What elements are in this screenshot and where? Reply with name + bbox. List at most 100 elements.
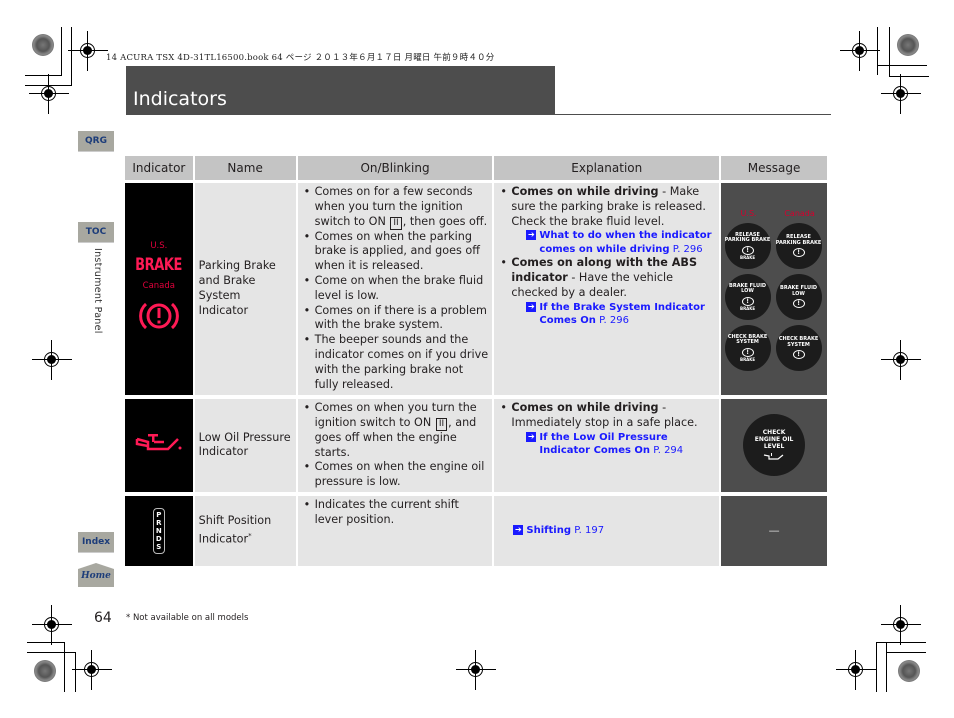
registration-crosshair — [32, 605, 72, 645]
bullet: Comes on if there is a problem with the … — [302, 304, 489, 334]
crop-line — [889, 27, 890, 77]
mid-message-disc: RELEASE PARKING BRAKE! BRAKE — [724, 223, 771, 270]
brake-text-icon: BRAKE — [135, 255, 183, 276]
registration-disc-bottom-left — [34, 660, 56, 682]
registration-crosshair — [881, 605, 921, 645]
registration-crosshair — [72, 650, 112, 690]
section-label: Instrument Panel — [92, 248, 103, 334]
xref-link[interactable]: ➔ If the Low Oil Pressure Indicator Comes… — [511, 431, 715, 458]
brake-warning-icon: ! — [741, 245, 754, 255]
xref-arrow-icon: ➔ — [526, 301, 537, 312]
crop-line — [876, 642, 926, 643]
table-row: Low Oil Pressure Indicator Comes on when… — [125, 399, 827, 492]
canada-label: Canada — [142, 281, 175, 291]
message-cell: CHECK ENGINE OIL LEVEL — [721, 399, 827, 492]
xref-link[interactable]: ➔ What to do when the indicator comes on … — [511, 229, 715, 256]
name-cell: Low Oil Pressure Indicator — [194, 399, 296, 492]
indicator-cell-brake: U.S. BRAKE Canada — [125, 183, 193, 395]
msg-canada-label: Canada — [784, 208, 815, 218]
brake-warning-icon — [138, 302, 179, 329]
on-blinking-cell: Comes on for a few seconds when you turn… — [297, 183, 493, 395]
registration-crosshair — [456, 650, 496, 690]
registration-crosshair — [29, 74, 69, 114]
page-number: 64 — [94, 610, 112, 626]
xref-arrow-icon: ➔ — [526, 230, 537, 241]
crop-line — [877, 65, 927, 66]
indicators-table: Indicator Name On/Blinking Explanation M… — [123, 156, 829, 566]
bullet: Comes on when the parking brake is appli… — [302, 230, 489, 274]
toc-button[interactable]: TOC — [78, 222, 114, 242]
mid-message-disc: CHECK BRAKE SYSTEM! BRAKE — [724, 325, 771, 372]
shift-position-icon: P R N D S — [152, 508, 165, 555]
crop-line — [876, 642, 877, 692]
header-explanation: Explanation — [494, 156, 720, 180]
xref-link[interactable]: ➔ Shifting P. 197 — [498, 524, 715, 538]
crop-line — [886, 642, 887, 692]
header-on-blinking: On/Blinking — [297, 156, 493, 180]
crop-line — [64, 642, 65, 692]
no-message-dash: — — [768, 523, 780, 537]
msg-us-label: U.S. — [740, 208, 757, 218]
explanation-cell: Comes on while driving - Make sure the p… — [494, 183, 720, 395]
on-blinking-cell: Comes on when you turn the ignition swit… — [297, 399, 493, 492]
bullet: Comes on for a few seconds when you turn… — [302, 185, 489, 230]
bullet: Come on when the brake fluid level is lo… — [302, 274, 489, 304]
registration-crosshair — [32, 340, 72, 380]
indicator-cell-oil — [125, 399, 193, 492]
xref-arrow-icon: ➔ — [526, 431, 537, 442]
name-cell: Shift Position Indicator* — [194, 495, 296, 566]
bullet: Comes on while driving - Make sure the p… — [498, 185, 715, 256]
registration-crosshair — [881, 340, 921, 380]
registration-crosshair — [840, 31, 880, 71]
crop-line — [27, 652, 76, 653]
table-header-row: Indicator Name On/Blinking Explanation M… — [125, 156, 827, 180]
mid-message-disc: BRAKE FLUID LOW! BRAKE — [724, 274, 771, 321]
bullet: Comes on while driving - Immediately sto… — [498, 401, 715, 458]
brake-warning-icon: ! — [792, 248, 805, 258]
crop-line — [61, 27, 62, 75]
header-indicator: Indicator — [125, 156, 193, 180]
brake-warning-icon: ! — [792, 299, 805, 309]
message-cell: U.S. Canada RELEASE PARKING BRAKE! BRAKE … — [721, 183, 827, 395]
us-label: U.S. — [150, 241, 168, 252]
ignition-position-icon: II — [435, 417, 448, 431]
table-row: U.S. BRAKE Canada Parking Brake and Brak… — [125, 183, 827, 395]
mid-message-disc: BRAKE FLUID LOW! — [775, 274, 822, 321]
table-row: P R N D S Shift Position Indicator* Indi… — [125, 495, 827, 566]
registration-crosshair — [836, 650, 876, 690]
xref-link[interactable]: ➔ If the Brake System Indicator Comes On … — [511, 301, 715, 328]
bullet: Indicates the current shift lever positi… — [302, 498, 489, 528]
crop-line — [886, 652, 926, 653]
indicator-cell-shift: P R N D S — [125, 495, 193, 566]
ignition-position-icon: II — [390, 216, 402, 230]
header-message: Message — [721, 156, 827, 180]
header-name: Name — [194, 156, 296, 180]
on-blinking-cell: Indicates the current shift lever positi… — [297, 495, 493, 566]
bullet: Comes on when you turn the ignition swit… — [302, 401, 489, 460]
home-button[interactable]: Home — [78, 563, 114, 587]
brake-warning-icon: ! — [741, 296, 754, 306]
bullet: The beeper sounds and the indicator come… — [302, 333, 489, 392]
registration-disc-top-right — [897, 34, 919, 56]
registration-crosshair — [68, 31, 108, 71]
registration-disc-bottom-right — [898, 660, 920, 682]
message-cell: — — [721, 495, 827, 566]
bullet: Comes on when the engine oil pressure is… — [302, 460, 489, 490]
print-header: 14 ACURA TSX 4D-31TL16500.book 64 ページ ２０… — [106, 53, 495, 63]
qrg-button[interactable]: QRG — [78, 131, 114, 151]
mid-message-disc: CHECK BRAKE SYSTEM! — [775, 325, 822, 372]
name-cell: Parking Brake and Brake System Indicator — [194, 183, 296, 395]
bullet: Comes on along with the ABS indicator - … — [498, 256, 715, 327]
oil-can-icon — [135, 434, 182, 451]
title-rule — [126, 114, 831, 115]
index-button[interactable]: Index — [78, 532, 114, 552]
title-bar: Indicators — [126, 66, 555, 114]
page-title: Indicators — [133, 88, 227, 110]
home-label: Home — [81, 571, 111, 581]
xref-arrow-icon: ➔ — [513, 525, 524, 536]
crop-line — [27, 642, 65, 643]
registration-crosshair — [881, 74, 921, 114]
explanation-cell: Comes on while driving - Immediately sto… — [494, 399, 720, 492]
mid-message-disc: RELEASE PARKING BRAKE! — [775, 223, 822, 270]
registration-disc-top-left — [32, 34, 54, 56]
